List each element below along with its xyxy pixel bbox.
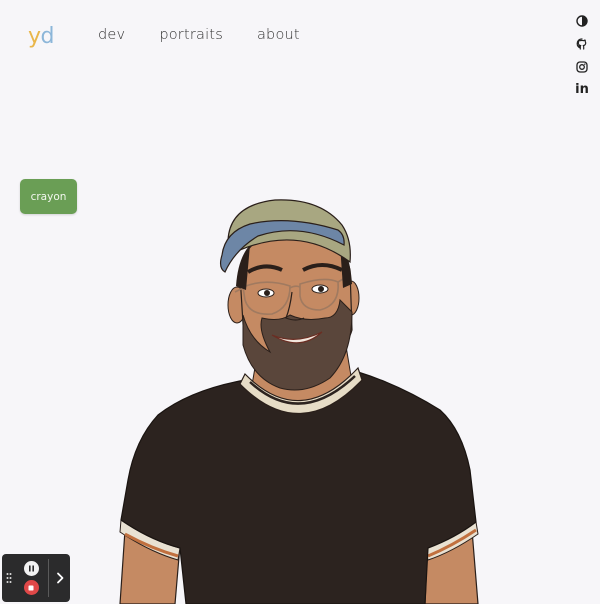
logo-letter-y: y — [28, 24, 41, 49]
portrait-illustration — [119, 199, 479, 604]
stop-icon[interactable] — [23, 580, 39, 595]
logo-letter-d: d — [40, 24, 55, 49]
nav-link-about[interactable]: about — [257, 27, 300, 43]
linkedin-icon[interactable]: in — [575, 83, 589, 97]
pause-icon[interactable] — [23, 561, 39, 576]
site-logo[interactable]: yd — [28, 24, 55, 49]
recorder-controls — [16, 561, 46, 595]
main-nav: dev portraits about — [98, 27, 300, 43]
drag-grip-icon[interactable] — [2, 554, 16, 602]
github-icon[interactable] — [575, 37, 589, 51]
instagram-icon[interactable] — [575, 60, 589, 74]
social-links: in — [574, 14, 590, 97]
crayon-button[interactable]: crayon — [20, 179, 77, 214]
theme-toggle-icon[interactable] — [575, 14, 589, 28]
nav-link-portraits[interactable]: portraits — [159, 27, 223, 43]
nav-link-dev[interactable]: dev — [98, 27, 125, 43]
screen-recorder-widget — [2, 554, 70, 602]
chevron-right-icon[interactable] — [49, 572, 70, 584]
